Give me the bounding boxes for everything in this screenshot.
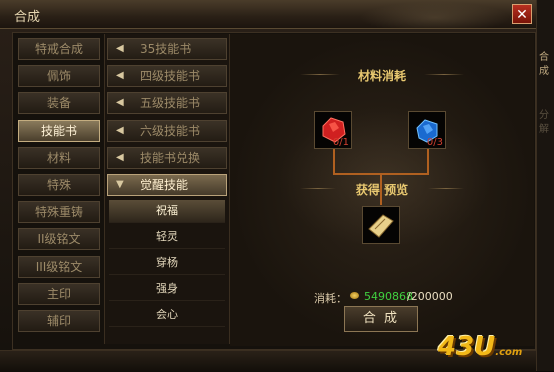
- category-tab[interactable]: 佩饰: [18, 65, 100, 87]
- sub-item[interactable]: 会心: [109, 304, 225, 327]
- side-tab-label[interactable]: 合: [539, 52, 553, 64]
- watermark-text: 43U: [438, 332, 496, 362]
- book-item[interactable]: ◀ 技能书兑换: [107, 147, 227, 169]
- dragon-ornament-icon: [360, 2, 510, 28]
- gold-coin-icon: [350, 292, 359, 299]
- collapsed-arrow-icon: ◀: [116, 70, 124, 81]
- category-tab[interactable]: 材料: [18, 147, 100, 169]
- connector-line: [333, 149, 335, 174]
- skill-book-list: ◀ 35技能书 ◀ 四级技能书 ◀ 五级技能书 ◀ 六级技能书 ◀ 技能书兑换 …: [104, 34, 230, 344]
- expanded-arrow-icon: ▼: [116, 179, 124, 190]
- category-tab-active[interactable]: 技能书: [18, 120, 100, 142]
- category-list: 特戒合成 佩饰 装备 技能书 材料 特殊 特殊重铸 II级铭文 III级铭文 主…: [16, 34, 102, 344]
- sub-item-selected[interactable]: 祝福: [109, 200, 225, 223]
- material-slot[interactable]: 0/1: [314, 111, 352, 149]
- collapsed-arrow-icon: ◀: [116, 43, 124, 54]
- side-tab-label[interactable]: 成: [539, 66, 553, 78]
- book-item-expanded[interactable]: ▼ 觉醒技能: [107, 174, 227, 196]
- book-label: 六级技能书: [140, 124, 201, 138]
- materials-title: 材料消耗: [357, 69, 406, 83]
- skill-book-icon: [368, 214, 394, 238]
- watermark-suffix: .com: [495, 347, 523, 358]
- material-count: 0/3: [426, 137, 443, 148]
- category-tab[interactable]: III级铭文: [18, 256, 100, 278]
- category-tab[interactable]: 装备: [18, 92, 100, 114]
- synthesis-preview: 材料消耗 0/1 0/3 获得 预览 消耗： 5490868 /200000 合…: [230, 34, 534, 346]
- cost-required: /200000: [407, 290, 453, 303]
- book-label: 觉醒技能: [140, 178, 189, 192]
- category-tab[interactable]: II级铭文: [18, 228, 100, 250]
- cost-owned: 5490868: [364, 290, 413, 303]
- category-tab[interactable]: 特殊: [18, 174, 100, 196]
- collapsed-arrow-icon: ◀: [116, 97, 124, 108]
- sub-item[interactable]: 强身: [109, 278, 225, 301]
- collapsed-arrow-icon: ◀: [116, 125, 124, 136]
- book-label: 技能书兑换: [140, 151, 201, 165]
- side-tab-label[interactable]: 解: [539, 124, 553, 136]
- sub-item[interactable]: 穿杨: [109, 252, 225, 275]
- collapsed-arrow-icon: ◀: [116, 152, 124, 163]
- category-tab[interactable]: 主印: [18, 283, 100, 305]
- result-slot[interactable]: [362, 206, 400, 244]
- cost-label: 消耗：: [314, 292, 347, 305]
- category-tab[interactable]: 辅印: [18, 310, 100, 332]
- material-slot[interactable]: 0/3: [408, 111, 446, 149]
- book-label: 五级技能书: [140, 96, 201, 110]
- side-tab-label[interactable]: 分: [539, 110, 553, 122]
- site-watermark-logo: 43U.com: [438, 332, 548, 366]
- synthesize-button[interactable]: 合 成: [344, 306, 418, 332]
- connector-line: [427, 149, 429, 174]
- close-button[interactable]: ✕: [512, 4, 532, 24]
- side-tab-strip: 合 成 分 解: [536, 0, 554, 371]
- category-tab[interactable]: 特殊重铸: [18, 201, 100, 223]
- result-title: 获得 预览: [355, 183, 409, 197]
- category-tab[interactable]: 特戒合成: [18, 38, 100, 60]
- book-label: 四级技能书: [140, 69, 201, 83]
- book-item[interactable]: ◀ 五级技能书: [107, 92, 227, 114]
- book-item[interactable]: ◀ 六级技能书: [107, 120, 227, 142]
- window-title: 合成: [14, 10, 41, 25]
- book-item[interactable]: ◀ 四级技能书: [107, 65, 227, 87]
- book-label: 35技能书: [140, 42, 192, 56]
- title-bar: 合成 ✕: [0, 0, 536, 29]
- sub-item[interactable]: 轻灵: [109, 226, 225, 249]
- book-item[interactable]: ◀ 35技能书: [107, 38, 227, 60]
- material-count: 0/1: [332, 137, 349, 148]
